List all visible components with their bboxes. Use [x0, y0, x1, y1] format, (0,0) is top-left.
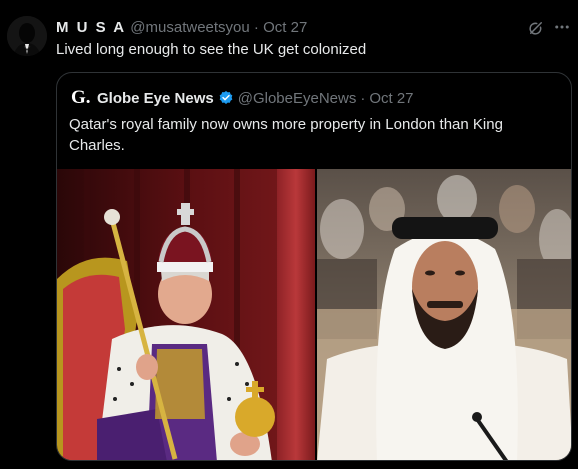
quote-tweet[interactable]: G. Globe Eye News @GlobeEyeNews · Oct 27… [56, 72, 572, 461]
quote-text: Qatar's royal family now owns more prope… [69, 116, 503, 154]
display-name[interactable]: M U S A [56, 19, 126, 36]
quote-separator: · [360, 89, 366, 107]
king-portrait-image[interactable] [57, 169, 315, 461]
emir-portrait-image[interactable] [317, 169, 572, 461]
tweet: M U S A @musatweetsyou · Oct 27 Lived lo… [0, 0, 578, 469]
quote-display-name[interactable]: Globe Eye News [97, 90, 214, 107]
quote-media [57, 169, 572, 461]
tweet-text: Lived long enough to see the UK get colo… [56, 41, 367, 58]
quote-date[interactable]: Oct 27 [369, 90, 413, 107]
quote-handle[interactable]: @GlobeEyeNews [238, 90, 357, 107]
grok-icon[interactable] [527, 19, 545, 37]
quote-logo[interactable]: G. [71, 88, 91, 108]
quote-header: G. Globe Eye News @GlobeEyeNews · Oct 27 [71, 88, 414, 108]
avatar[interactable] [7, 16, 47, 56]
separator: · [253, 19, 259, 36]
avatar-image [7, 16, 47, 56]
verified-icon [219, 91, 233, 104]
tweet-header: M U S A @musatweetsyou · Oct 27 [56, 19, 307, 36]
handle[interactable]: @musatweetsyou [130, 19, 249, 36]
tweet-date[interactable]: Oct 27 [263, 19, 307, 36]
more-icon[interactable] [553, 18, 571, 36]
